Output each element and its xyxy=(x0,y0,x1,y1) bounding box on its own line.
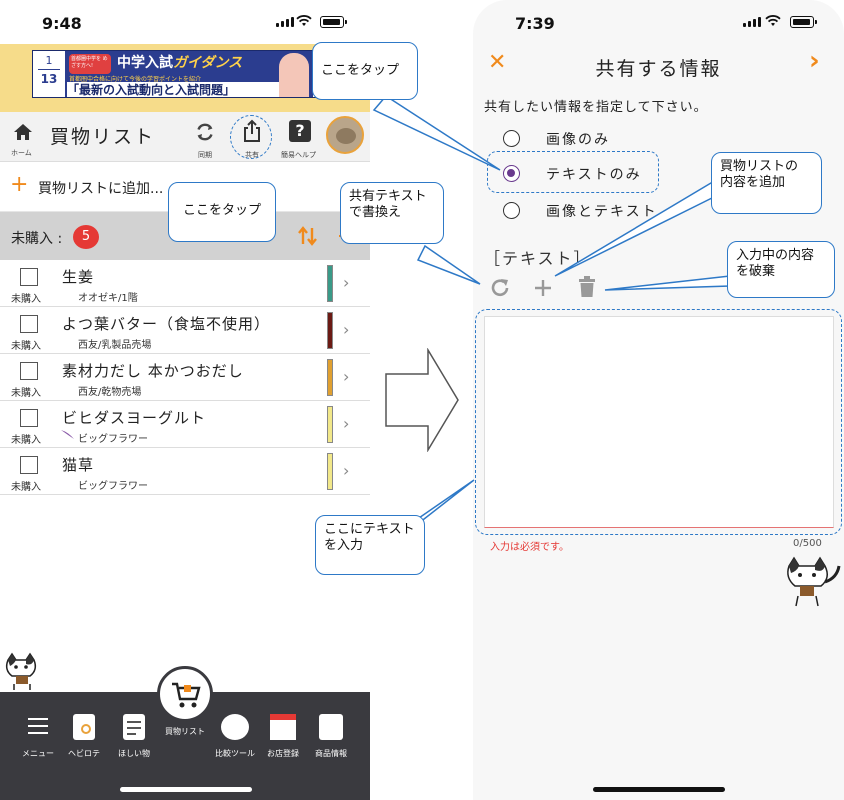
callout-connectors xyxy=(177,95,731,531)
callout-shared-text: 共有テキスト で書換え xyxy=(340,182,444,244)
callout-enter-text: ここにテキスト を入力 xyxy=(315,515,425,575)
callout-discard: 入力中の内容 を破棄 xyxy=(727,241,835,298)
callout-tap-top: ここをタップ xyxy=(312,42,418,100)
callout-tap-share: ここをタップ xyxy=(168,182,276,242)
callout-add-list: 買物リストの 内容を追加 xyxy=(711,152,822,214)
